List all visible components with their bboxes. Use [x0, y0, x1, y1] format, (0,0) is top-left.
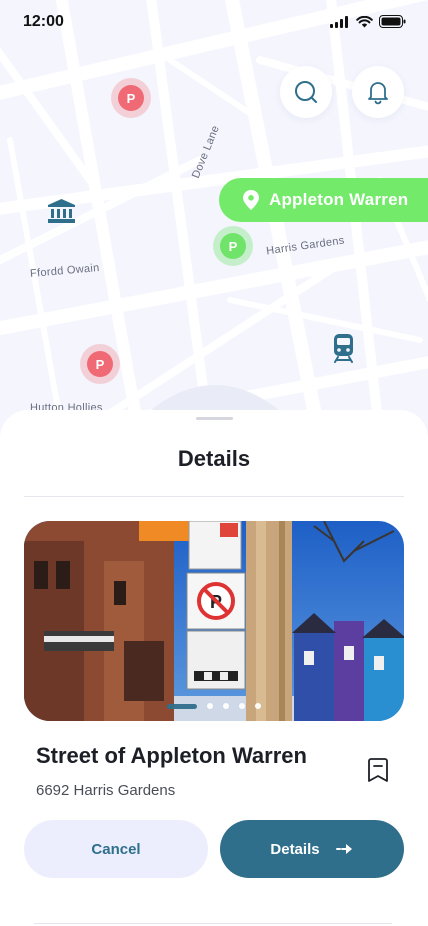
selected-location-name: Appleton Warren — [269, 190, 409, 209]
search-button[interactable] — [280, 66, 332, 118]
carousel-dot-active[interactable] — [167, 703, 197, 709]
parking-pin-letter: P — [220, 233, 246, 259]
carousel-dot[interactable] — [255, 703, 261, 709]
street-photo-carousel[interactable]: P — [24, 521, 404, 721]
parking-pin[interactable]: P — [80, 344, 120, 384]
details-sheet: Details Street of Appleton Warren 6692 H… — [0, 410, 428, 926]
bottom-divider — [34, 923, 392, 924]
cancel-button[interactable]: Cancel — [24, 820, 208, 878]
arrow-right-icon — [335, 844, 352, 854]
carousel-indicator — [24, 703, 404, 709]
parking-pin[interactable]: P — [111, 78, 151, 118]
street-title: Street of Appleton Warren — [36, 743, 307, 768]
street-photo: P — [24, 521, 404, 721]
carousel-dot[interactable] — [239, 703, 245, 709]
cellular-signal-icon — [330, 15, 348, 28]
sheet-title: Details — [177, 446, 251, 471]
app-screen: Dove Lane Harris Gardens Ffordd Owain Hu… — [0, 0, 428, 926]
status-bar: 12:00 — [0, 0, 428, 44]
selected-location-chip[interactable]: Appleton Warren — [219, 178, 428, 222]
battery-icon — [379, 15, 406, 28]
notifications-button[interactable] — [352, 66, 404, 118]
carousel-dot[interactable] — [223, 703, 229, 709]
details-button-label: Details — [270, 840, 320, 858]
bell-icon — [368, 82, 388, 105]
cancel-button-label: Cancel — [91, 840, 141, 858]
location-pin-icon — [243, 190, 259, 210]
bookmark-button[interactable] — [364, 756, 392, 784]
street-address: 6692 Harris Gardens — [36, 782, 176, 799]
details-button[interactable]: Details — [220, 820, 404, 878]
status-icons — [330, 15, 406, 28]
carousel-dot[interactable] — [207, 703, 213, 709]
train-icon[interactable] — [333, 334, 354, 363]
parking-pin-letter: P — [87, 351, 113, 377]
parking-pin-letter: P — [118, 85, 144, 111]
wifi-icon — [356, 15, 373, 27]
museum-icon[interactable] — [48, 199, 75, 223]
bookmark-icon — [368, 757, 388, 782]
sheet-drag-handle[interactable] — [196, 417, 233, 420]
map-view[interactable]: Dove Lane Harris Gardens Ffordd Owain Hu… — [0, 0, 428, 440]
parking-pin-selected[interactable]: P — [213, 226, 253, 266]
search-icon — [295, 81, 317, 103]
status-time: 12:00 — [23, 13, 64, 30]
sheet-divider — [24, 496, 404, 497]
